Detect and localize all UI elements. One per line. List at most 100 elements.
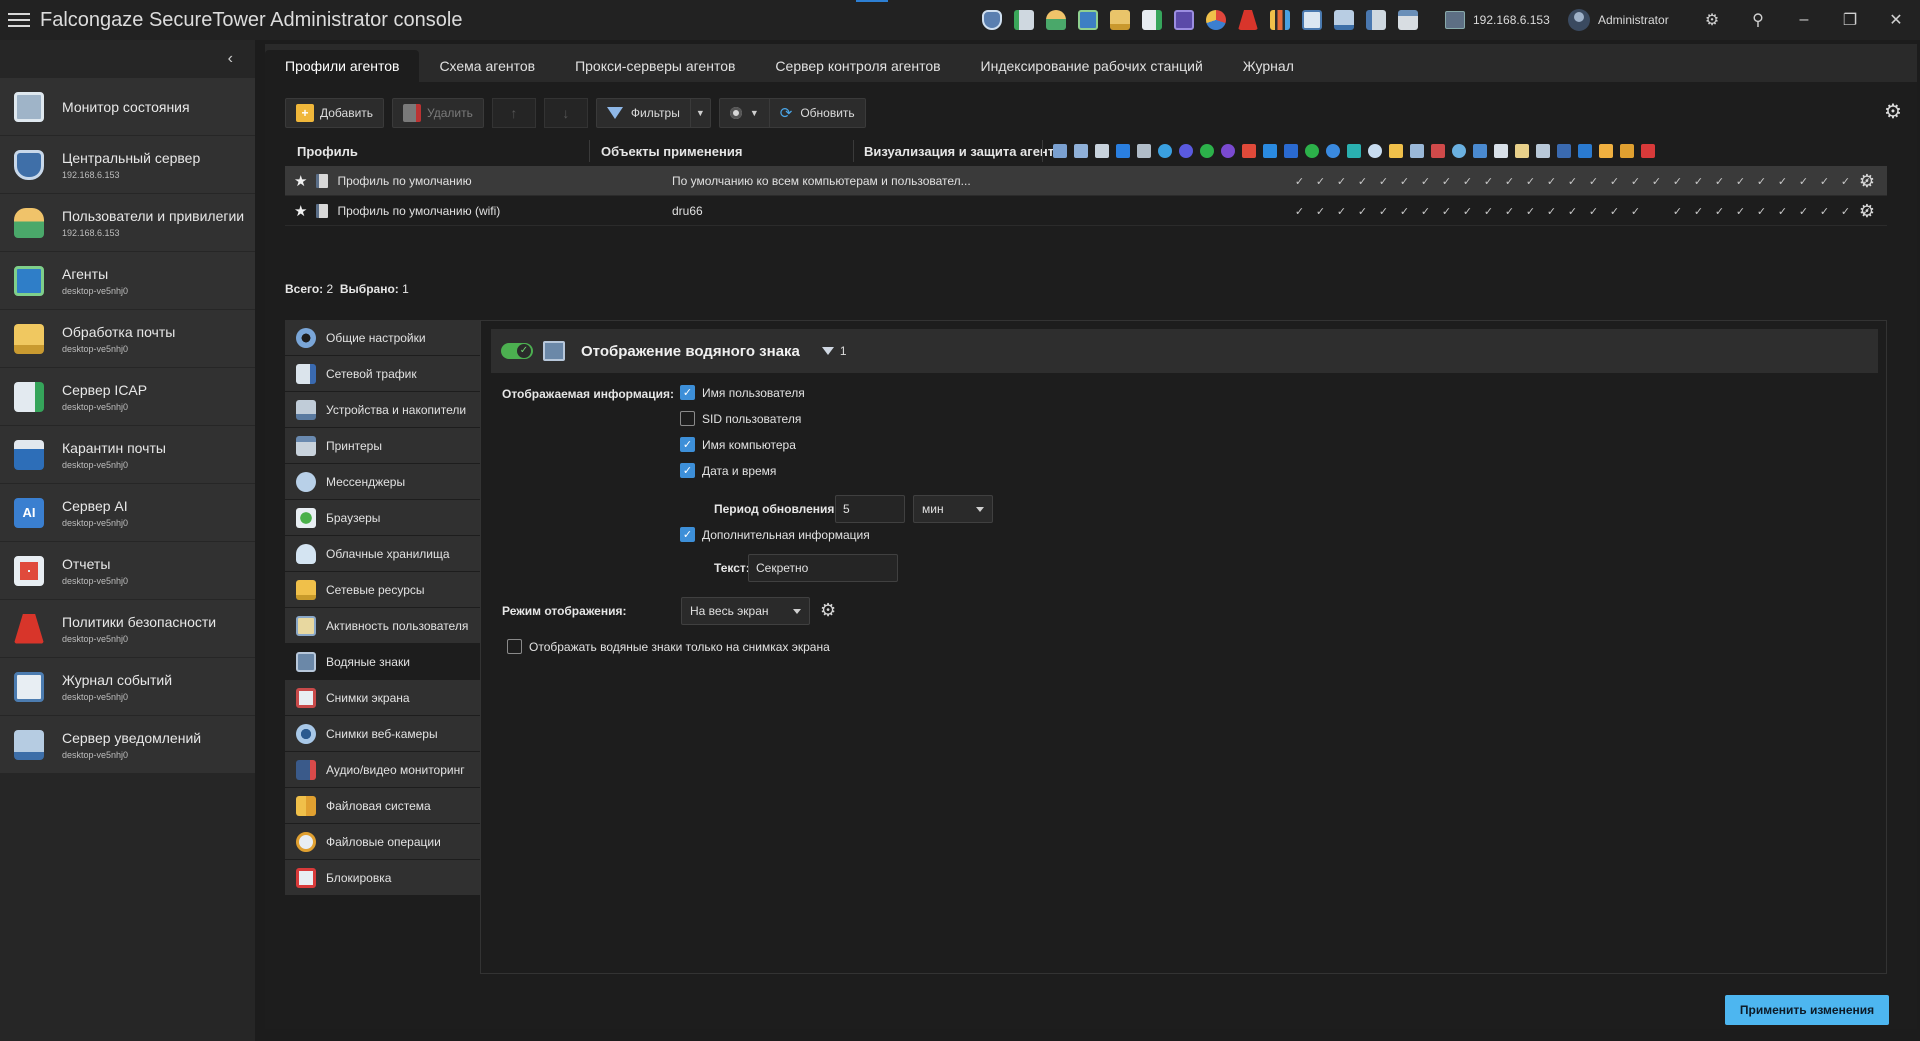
- category-file-system[interactable]: Файловая система: [285, 788, 480, 824]
- star-icon[interactable]: ★: [294, 202, 307, 220]
- sidebar-item-ai-server[interactable]: AI Сервер AI desktop-ve5nhj0: [0, 484, 255, 541]
- opt-datetime[interactable]: ✓ Дата и время: [680, 463, 776, 478]
- col-visual[interactable]: Визуализация и защита агента: [864, 136, 1061, 166]
- period-input[interactable]: 5: [835, 495, 905, 523]
- sidebar-item-notification-server[interactable]: Сервер уведомлений desktop-ve5nhj0: [0, 716, 255, 773]
- tab-agent-proxies[interactable]: Прокси-серверы агентов: [555, 50, 755, 82]
- shield-icon[interactable]: [978, 6, 1006, 34]
- category-network-resources[interactable]: Сетевые ресурсы: [285, 572, 480, 608]
- row-settings-gear-icon[interactable]: ⚙: [1859, 201, 1875, 222]
- status-button[interactable]: ▼: [720, 99, 769, 127]
- category-general[interactable]: Общие настройки: [285, 320, 480, 356]
- checkbox-checked[interactable]: ✓: [680, 527, 695, 542]
- add-button[interactable]: + Добавить: [285, 98, 385, 128]
- events-icon[interactable]: [1298, 6, 1326, 34]
- table-row[interactable]: ★ Профиль по умолчанию По умолчанию ко в…: [285, 166, 1887, 196]
- minimize-button[interactable]: –: [1782, 0, 1826, 40]
- category-file-operations[interactable]: Файловые операции: [285, 824, 480, 860]
- agents-icon[interactable]: [1074, 6, 1102, 34]
- hamburger-menu-icon[interactable]: [2, 0, 36, 40]
- tab-agent-control-server[interactable]: Сервер контроля агентов: [755, 50, 960, 82]
- period-unit-value: мин: [922, 502, 944, 516]
- category-watermarks[interactable]: Водяные знаки: [285, 644, 480, 680]
- opt-sid[interactable]: SID пользователя: [680, 411, 801, 426]
- refresh-button[interactable]: ⟳ Обновить: [768, 99, 865, 127]
- watermark-text-input[interactable]: Секретно: [748, 554, 898, 582]
- star-icon[interactable]: ★: [294, 172, 307, 190]
- mail-icon[interactable]: [1106, 6, 1134, 34]
- printer-icon[interactable]: [1394, 6, 1422, 34]
- pin-icon[interactable]: ⚲: [1736, 0, 1780, 40]
- category-network-traffic[interactable]: Сетевой трафик: [285, 356, 480, 392]
- status-dropdown[interactable]: ▼ ⟳ Обновить: [718, 98, 866, 128]
- tab-journal[interactable]: Журнал: [1223, 50, 1314, 82]
- filters-button[interactable]: Фильтры: [597, 99, 690, 127]
- watermark-enable-toggle[interactable]: [501, 343, 533, 359]
- display-mode-select[interactable]: На весь экран: [681, 597, 810, 625]
- opt-extra[interactable]: ✓ Дополнительная информация: [680, 527, 870, 542]
- settings-gear-icon[interactable]: ⚙: [1690, 0, 1734, 40]
- sidebar-item-monitor[interactable]: Монитор состояния: [0, 78, 255, 135]
- sidebar-item-mail-quarantine[interactable]: Карантин почты desktop-ve5nhj0: [0, 426, 255, 483]
- opt-only-screenshots[interactable]: Отображать водяные знаки только на снимк…: [507, 639, 830, 654]
- category-webcam[interactable]: Снимки веб-камеры: [285, 716, 480, 752]
- quarantine-icon[interactable]: [1170, 6, 1198, 34]
- chevron-down-icon[interactable]: ▼: [689, 99, 710, 127]
- category-printers[interactable]: Принтеры: [285, 428, 480, 464]
- users-icon[interactable]: [1042, 6, 1070, 34]
- filters-dropdown[interactable]: Фильтры ▼: [595, 98, 711, 128]
- filter-indicator[interactable]: 1: [821, 344, 847, 358]
- module-check-mark: ✓: [1588, 205, 1599, 218]
- sidebar-item-reports[interactable]: Отчеты desktop-ve5nhj0: [0, 542, 255, 599]
- category-devices[interactable]: Устройства и накопители: [285, 392, 480, 428]
- category-blocking[interactable]: Блокировка: [285, 860, 480, 896]
- restore-button[interactable]: ❐: [1828, 0, 1872, 40]
- table-settings-gear-icon[interactable]: ⚙: [1883, 102, 1903, 122]
- apply-changes-button[interactable]: Применить изменения: [1725, 995, 1889, 1025]
- icap-icon[interactable]: [1138, 6, 1166, 34]
- server-icon[interactable]: [1010, 6, 1038, 34]
- user-menu[interactable]: Administrator: [1568, 0, 1669, 40]
- move-down-button[interactable]: ↓: [543, 98, 588, 128]
- row-settings-gear-icon[interactable]: ⚙: [1859, 171, 1875, 192]
- table-row[interactable]: ★ Профиль по умолчанию (wifi) dru66 ✓ ✓ ✓ ✓…: [285, 196, 1887, 226]
- network-icon[interactable]: [1362, 6, 1390, 34]
- col-profile[interactable]: Профиль: [297, 136, 358, 166]
- collapse-sidebar-icon[interactable]: ‹: [228, 50, 233, 68]
- sidebar-item-agents[interactable]: Агенты desktop-ve5nhj0: [0, 252, 255, 309]
- sidebar-item-users[interactable]: Пользователи и привилегии 192.168.6.153: [0, 194, 255, 251]
- record-icon: [729, 107, 742, 119]
- col-objects[interactable]: Объекты применения: [601, 136, 742, 166]
- category-browsers[interactable]: Браузеры: [285, 500, 480, 536]
- delete-button[interactable]: Удалить: [392, 98, 484, 128]
- category-screenshots[interactable]: Снимки экрана: [285, 680, 480, 716]
- checkbox-unchecked[interactable]: [680, 411, 695, 426]
- checkbox-checked[interactable]: ✓: [680, 437, 695, 452]
- category-user-activity[interactable]: Активность пользователя: [285, 608, 480, 644]
- period-unit-select[interactable]: мин: [913, 495, 993, 523]
- checkbox-unchecked[interactable]: [507, 639, 522, 654]
- category-audio-video[interactable]: Аудио/видео мониторинг: [285, 752, 480, 788]
- category-cloud[interactable]: Облачные хранилища: [285, 536, 480, 572]
- tab-agent-scheme[interactable]: Схема агентов: [419, 50, 555, 82]
- mode-settings-gear-icon[interactable]: ⚙: [820, 600, 836, 621]
- policies-icon[interactable]: [1234, 6, 1262, 34]
- sidebar-item-mail-processing[interactable]: Обработка почты desktop-ve5nhj0: [0, 310, 255, 367]
- move-up-button[interactable]: ↑: [491, 98, 536, 128]
- opt-computer[interactable]: ✓ Имя компьютера: [680, 437, 796, 452]
- opt-username[interactable]: ✓ Имя пользователя: [680, 385, 805, 400]
- checkbox-checked[interactable]: ✓: [680, 463, 695, 478]
- checkbox-checked[interactable]: ✓: [680, 385, 695, 400]
- sidebar-item-central-server[interactable]: Центральный сервер 192.168.6.153: [0, 136, 255, 193]
- stats-icon[interactable]: [1266, 6, 1294, 34]
- sidebar-item-security-policies[interactable]: Политики безопасности desktop-ve5nhj0: [0, 600, 255, 657]
- sidebar-item-event-log[interactable]: Журнал событий desktop-ve5nhj0: [0, 658, 255, 715]
- tab-workstation-indexing[interactable]: Индексирование рабочих станций: [961, 50, 1223, 82]
- close-button[interactable]: ✕: [1874, 0, 1918, 40]
- tab-agent-profiles[interactable]: Профили агентов: [265, 50, 420, 82]
- server-connection[interactable]: 192.168.6.153: [1445, 0, 1550, 40]
- reports-icon[interactable]: [1202, 6, 1230, 34]
- notify-icon[interactable]: [1330, 6, 1358, 34]
- category-messengers[interactable]: Мессенджеры: [285, 464, 480, 500]
- sidebar-item-icap[interactable]: Сервер ICAP desktop-ve5nhj0: [0, 368, 255, 425]
